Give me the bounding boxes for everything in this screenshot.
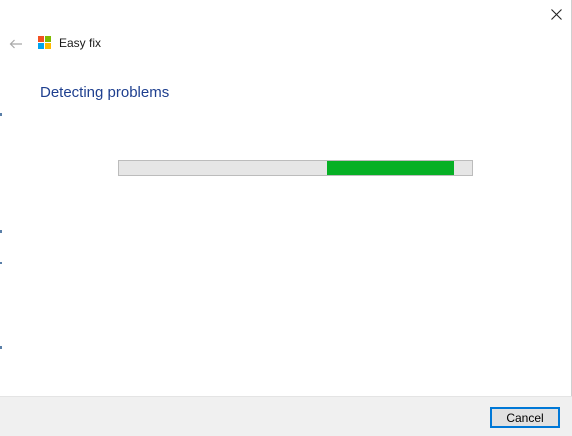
close-button[interactable] <box>540 0 572 28</box>
back-arrow-icon <box>9 39 22 49</box>
page-title: Detecting problems <box>40 84 170 101</box>
progress-bar <box>118 160 473 176</box>
footer-bar: Cancel <box>0 396 572 436</box>
logo-blue <box>38 43 44 49</box>
easy-fix-window: Easy fix Detecting problems Cancel <box>0 0 572 436</box>
app-title-text: Easy fix <box>59 36 102 50</box>
logo-yellow <box>45 43 51 49</box>
window-left-edge <box>0 0 2 436</box>
cancel-button[interactable]: Cancel <box>490 407 560 428</box>
logo-green <box>45 36 51 42</box>
logo-red <box>38 36 44 42</box>
back-button[interactable] <box>6 34 26 54</box>
progress-bar-fill <box>327 161 454 175</box>
app-title: Easy fix <box>38 35 101 51</box>
windows-logo-icon <box>38 36 52 50</box>
close-icon <box>550 8 562 20</box>
